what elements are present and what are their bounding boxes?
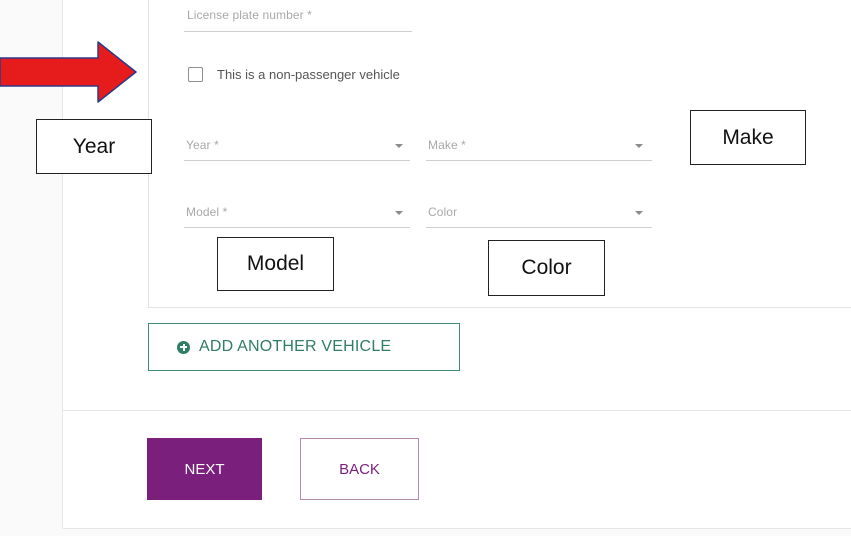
add-another-vehicle-label: ADD ANOTHER VEHICLE bbox=[199, 338, 392, 355]
license-plate-input[interactable] bbox=[184, 31, 412, 32]
make-annotation: Make bbox=[690, 110, 806, 165]
caret-down-icon bbox=[395, 211, 403, 215]
year-label: Year * bbox=[186, 138, 219, 152]
caret-down-icon bbox=[635, 144, 643, 148]
caret-down-icon bbox=[635, 211, 643, 215]
red-arrow-icon bbox=[0, 41, 137, 103]
add-another-vehicle-button[interactable]: ADD ANOTHER VEHICLE bbox=[148, 323, 460, 371]
plus-circle-icon bbox=[177, 340, 190, 354]
year-underline bbox=[184, 160, 410, 161]
non-passenger-label: This is a non-passenger vehicle bbox=[217, 67, 400, 82]
non-passenger-checkbox[interactable] bbox=[188, 67, 203, 82]
model-underline bbox=[184, 227, 410, 228]
caret-down-icon bbox=[395, 144, 403, 148]
next-button[interactable]: NEXT bbox=[147, 438, 262, 500]
color-label: Color bbox=[428, 205, 458, 219]
color-annotation: Color bbox=[488, 240, 605, 296]
year-annotation: Year bbox=[36, 119, 152, 174]
color-underline bbox=[426, 227, 652, 228]
make-underline bbox=[426, 160, 652, 161]
license-plate-label: License plate number * bbox=[187, 8, 312, 22]
make-label: Make * bbox=[428, 138, 466, 152]
model-annotation: Model bbox=[217, 237, 334, 291]
model-label: Model * bbox=[186, 205, 228, 219]
section-divider bbox=[62, 410, 851, 411]
back-button[interactable]: BACK bbox=[300, 438, 419, 500]
